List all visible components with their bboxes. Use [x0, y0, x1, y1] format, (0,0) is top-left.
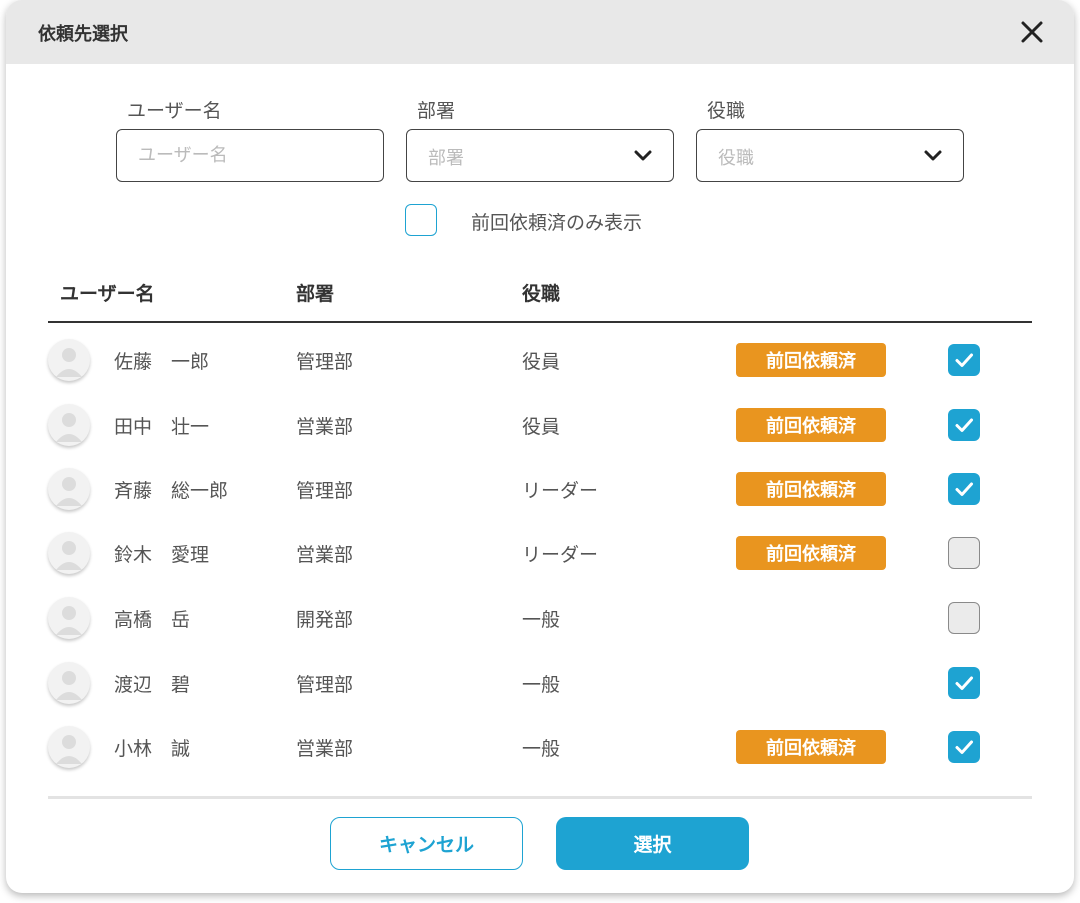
user-avatar-icon	[48, 597, 90, 639]
user-position: 役員	[522, 416, 561, 438]
user-avatar-icon	[48, 726, 90, 768]
username-filter-input[interactable]	[117, 130, 383, 181]
footer-divider	[48, 796, 1032, 799]
table-row: 佐藤 一郎 管理部 役員 前回依頼済	[6, 327, 1074, 391]
table-header-divider	[48, 321, 1032, 323]
user-department: 営業部	[296, 738, 354, 760]
close-button[interactable]	[1018, 18, 1046, 46]
row-checkbox[interactable]	[948, 602, 980, 634]
user-name: 鈴木 愛理	[114, 544, 210, 566]
user-avatar-icon	[48, 662, 90, 704]
user-name: 斉藤 総一郎	[114, 480, 229, 502]
column-header-department: 部署	[296, 283, 335, 305]
position-select[interactable]: 役職	[696, 129, 964, 182]
table-row: 渡辺 碧 管理部 一般	[6, 650, 1074, 714]
dialog-header: 依頼先選択	[6, 0, 1074, 64]
select-button[interactable]: 選択	[556, 817, 749, 870]
user-position: リーダー	[522, 544, 599, 566]
check-icon	[955, 740, 973, 754]
user-position: 役員	[522, 351, 561, 373]
row-checkbox[interactable]	[948, 409, 980, 441]
user-name: 小林 誠	[114, 738, 191, 760]
column-header-username: ユーザー名	[60, 283, 155, 305]
user-department: 営業部	[296, 544, 354, 566]
user-department: 管理部	[296, 674, 354, 696]
user-name: 高橋 岳	[114, 609, 191, 631]
check-icon	[955, 353, 973, 367]
check-icon	[955, 418, 973, 432]
user-department: 営業部	[296, 416, 354, 438]
user-avatar-icon	[48, 468, 90, 510]
username-filter-label: ユーザー名	[127, 100, 222, 122]
previous-request-badge: 前回依頼済	[736, 408, 886, 442]
user-name: 田中 壮一	[114, 416, 210, 438]
previous-only-label: 前回依頼済のみ表示	[471, 212, 643, 234]
user-position: 一般	[522, 674, 561, 696]
user-department: 管理部	[296, 480, 354, 502]
table-row: 高橋 岳 開発部 一般	[6, 585, 1074, 649]
table-row: 鈴木 愛理 営業部 リーダー 前回依頼済	[6, 520, 1074, 584]
user-department: 開発部	[296, 609, 354, 631]
table-row: 小林 誠 営業部 一般 前回依頼済	[6, 714, 1074, 778]
row-checkbox[interactable]	[948, 731, 980, 763]
user-avatar-icon	[48, 404, 90, 446]
user-position: 一般	[522, 738, 561, 760]
department-select-placeholder: 部署	[428, 148, 464, 169]
previous-request-badge: 前回依頼済	[736, 536, 886, 570]
cancel-button[interactable]: キャンセル	[330, 817, 523, 870]
previous-only-checkbox[interactable]	[405, 204, 437, 236]
username-filter-field	[116, 129, 384, 182]
previous-request-badge: 前回依頼済	[736, 730, 886, 764]
user-department: 管理部	[296, 351, 354, 373]
user-position: リーダー	[522, 480, 599, 502]
check-icon	[955, 676, 973, 690]
user-avatar-icon	[48, 339, 90, 381]
row-checkbox[interactable]	[948, 344, 980, 376]
table-row: 斉藤 総一郎 管理部 リーダー 前回依頼済	[6, 456, 1074, 520]
chevron-down-icon	[924, 150, 942, 161]
row-checkbox[interactable]	[948, 473, 980, 505]
chevron-down-icon	[634, 150, 652, 161]
department-select[interactable]: 部署	[406, 129, 674, 182]
user-avatar-icon	[48, 532, 90, 574]
department-filter-label: 部署	[417, 100, 456, 122]
user-name: 渡辺 碧	[114, 674, 191, 696]
position-filter-label: 役職	[707, 100, 746, 122]
request-target-dialog: 依頼先選択 ユーザー名 部署 部署 役職 役職 前回依頼済のみ表示 ユーザー名 …	[6, 0, 1074, 893]
table-row: 田中 壮一 営業部 役員 前回依頼済	[6, 392, 1074, 456]
dialog-title: 依頼先選択	[38, 24, 128, 45]
row-checkbox[interactable]	[948, 537, 980, 569]
previous-request-badge: 前回依頼済	[736, 343, 886, 377]
close-icon	[1021, 21, 1043, 43]
user-name: 佐藤 一郎	[114, 351, 210, 373]
check-icon	[955, 482, 973, 496]
user-position: 一般	[522, 609, 561, 631]
row-checkbox[interactable]	[948, 667, 980, 699]
previous-request-badge: 前回依頼済	[736, 472, 886, 506]
column-header-position: 役職	[522, 283, 561, 305]
position-select-placeholder: 役職	[718, 148, 754, 169]
